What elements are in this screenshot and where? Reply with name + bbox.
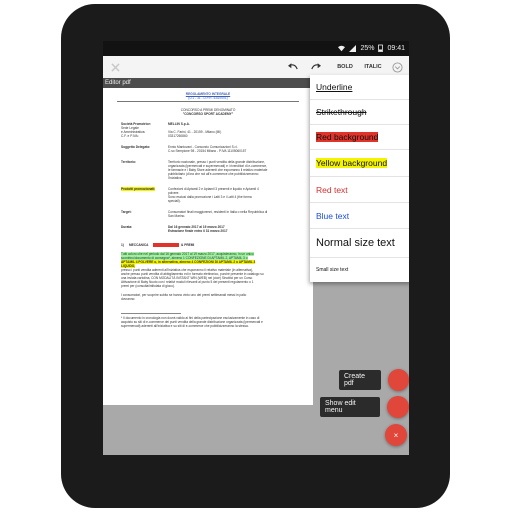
menu-item-label: Strikethrough <box>316 107 367 117</box>
screen: 25% 09:41 BOLD ITALIC Editor pdf REGOLAM… <box>103 41 409 455</box>
create-pdf-action: Create pdf <box>339 369 409 391</box>
doc-row-label: Territorio: <box>121 160 136 164</box>
menu-item-red-text[interactable]: Red text <box>310 177 409 203</box>
doc-row-value: 03317260860 <box>168 134 188 138</box>
menu-item-yellow-background[interactable]: Yellow background <box>310 150 409 177</box>
doc-paragraph-line: APTAMIL 4 POLVERE o, in alternativa, alm… <box>121 260 256 264</box>
clock: 09:41 <box>387 44 405 52</box>
doc-row-value: C.so Sempione 98 - 20154 Milano - P.IVA … <box>168 149 247 153</box>
undo-button[interactable] <box>285 56 301 78</box>
menu-item-red-background[interactable]: Red background <box>310 125 409 150</box>
create-pdf-button[interactable] <box>387 369 409 391</box>
doc-row-value: Estrazione finale entro il 31 marzo 2017 <box>168 229 228 233</box>
footnote-line: supermercati) aderenti all'iniziativa e … <box>121 324 249 328</box>
menu-item-strikethrough[interactable]: Strikethrough <box>310 100 409 125</box>
close-fab-button[interactable]: × <box>385 424 407 446</box>
doc-row-value: San Marino. <box>168 214 186 218</box>
menu-item-label: Blue text <box>316 210 350 221</box>
overflow-circle-icon <box>391 61 403 73</box>
wifi-icon <box>338 45 346 51</box>
doc-divider <box>117 101 299 102</box>
battery-percent: 25% <box>360 44 375 52</box>
doc-paragraph-line: premi per (consulta/intitolata di gioco)… <box>121 284 175 288</box>
section-word: MECCANICA <box>129 243 149 247</box>
section-number: 1) <box>121 243 124 247</box>
show-edit-menu-button[interactable] <box>387 396 409 418</box>
show-edit-menu-label[interactable]: Show edit menu <box>320 397 381 417</box>
battery-icon <box>378 44 384 52</box>
show-edit-menu-action: Show edit menu <box>320 396 409 418</box>
pdf-page[interactable]: REGOLAMENTO INTEGRALE (U.1 - 31 - D.P.R.… <box>103 88 313 405</box>
doc-row-label: Durata: <box>121 225 133 229</box>
close-fab-icon: × <box>393 430 399 440</box>
doc-row-value: l'iniziativa. <box>168 176 183 180</box>
status-bar: 25% 09:41 <box>103 41 409 56</box>
menu-item-label: Normal size text <box>316 237 395 249</box>
menu-item-label: Small size text <box>316 267 349 273</box>
section-suffix: & PREMI <box>181 243 195 247</box>
menu-item-label: Red text <box>316 184 348 195</box>
create-pdf-label[interactable]: Create pdf <box>339 370 381 390</box>
footnote-divider <box>121 313 181 314</box>
menu-item-normal-size-text[interactable]: Normal size text <box>310 229 409 258</box>
close-button[interactable] <box>107 56 123 78</box>
menu-item-label: Yellow background <box>316 158 388 168</box>
signal-icon <box>349 44 357 52</box>
doc-row-value: MELLIN S.p.A. <box>168 122 190 126</box>
close-icon <box>110 62 120 72</box>
doc-row-value: speciali). <box>168 199 181 203</box>
doc-row-label: Prodotti promozionati: <box>121 187 156 191</box>
doc-header-line-2: (U.1 - 31 - D.P.R. 430/2001) <box>188 96 228 100</box>
doc-row-label: C.F. e P.IVA: <box>121 134 139 138</box>
doc-row-value: Confezioni di Aptamil 2 e Aptamil 3 pres… <box>168 187 259 191</box>
menu-item-blue-text[interactable]: Blue text <box>310 203 409 229</box>
doc-paragraph-line: I consumatori, per scoprire subito se ha… <box>121 293 247 297</box>
doc-row-label: Soggetto Delegato: <box>121 145 151 149</box>
menu-item-underline[interactable]: Underline <box>310 75 409 100</box>
redo-icon <box>311 63 321 70</box>
close-fab-action: × <box>385 424 407 446</box>
doc-row-label: Target: <box>121 210 132 214</box>
editor-title: Editor pdf <box>103 78 315 88</box>
menu-item-label: Red background <box>316 132 379 142</box>
doc-paragraph-line: dovranno: <box>121 297 136 301</box>
menu-item-label: Underline <box>316 82 353 92</box>
menu-item-small-size-text[interactable]: Small size text <box>310 258 409 282</box>
edit-menu: Underline Strikethrough Red background Y… <box>310 75 409 282</box>
doc-title-line-2: "CONCORSO SPORT ACADEMY" <box>182 112 234 116</box>
undo-icon <box>288 63 298 70</box>
red-background-highlight <box>153 243 179 247</box>
